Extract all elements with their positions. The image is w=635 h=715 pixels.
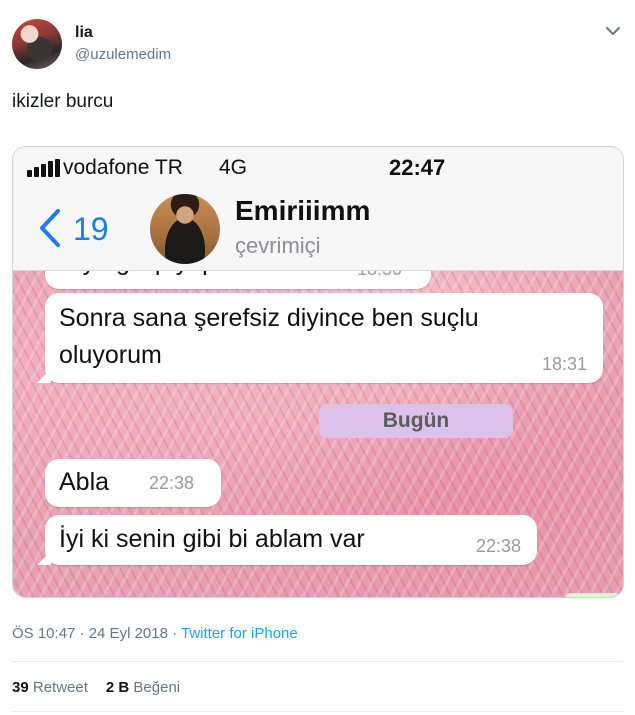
- phone-status-bar: vodafone TR 4G 22:47: [13, 147, 623, 185]
- author-handle[interactable]: @uzulemedim: [75, 46, 171, 63]
- bubble-tail: [37, 551, 51, 565]
- outgoing-bubble-edge: [565, 593, 621, 597]
- tweet-stats: 39 Retweet 2 B Beğeni: [12, 679, 180, 696]
- divider: [12, 711, 623, 712]
- message-bubble: İyi ki senin gibi bi ablam var 22:38: [37, 515, 537, 565]
- tweet-card: lia @uzulemedim ikizler burcu vodafone T…: [0, 0, 635, 715]
- retweet-label: Retweet: [32, 679, 88, 696]
- network-type: 4G: [219, 156, 248, 179]
- carrier-name: vodafone TR: [63, 156, 183, 179]
- contact-status: çevrimiçi: [235, 233, 321, 258]
- avatar[interactable]: [12, 19, 62, 69]
- tweet-source[interactable]: Twitter for iPhone: [181, 625, 298, 642]
- like-label: Beğeni: [133, 679, 181, 696]
- bubble-tail: [37, 369, 51, 383]
- tweet-media[interactable]: vodafone TR 4G 22:47 19 Emiriiimm çevrim…: [12, 146, 624, 598]
- divider: [12, 661, 623, 662]
- chevron-left-icon: [40, 209, 60, 247]
- chat-header: 19 Emiriiimm çevrimiçi: [13, 185, 623, 271]
- tweet-meta: ÖS 10:47 · 24 Eyl 2018 · Twitter for iPh…: [12, 625, 298, 642]
- tweet-timestamp[interactable]: ÖS 10:47 · 24 Eyl 2018: [12, 625, 168, 642]
- signal-bars-icon: [27, 159, 60, 177]
- message-text: Niye gelip yapmadın: [59, 271, 286, 281]
- message-text: Abla: [59, 468, 110, 496]
- contact-name: Emiriiimm: [235, 195, 371, 226]
- meta-separator: ·: [167, 625, 181, 642]
- tweet-text: ikizler burcu: [12, 91, 114, 112]
- message-time: 18:31: [541, 354, 587, 374]
- chat-area: Niye gelip yapmadın 18:30 Sonra sana şer…: [13, 271, 623, 597]
- message-time: 22:38: [475, 536, 521, 556]
- phone-clock: 22:47: [389, 155, 446, 180]
- retweet-count: 39: [12, 679, 29, 696]
- chevron-down-icon[interactable]: [604, 24, 622, 38]
- unread-count: 19: [73, 211, 109, 247]
- retweet-stat[interactable]: 39 Retweet: [12, 679, 88, 696]
- like-stat[interactable]: 2 B Beğeni: [106, 679, 180, 696]
- message-time: 22:38: [149, 473, 195, 493]
- like-count: 2 B: [105, 679, 130, 696]
- date-divider: Bugün: [319, 404, 513, 438]
- message-time: 18:30: [357, 271, 402, 280]
- message-bubble: Abla 22:38: [45, 459, 221, 507]
- message-text: Sonra sana şerefsiz diyince ben suçlu ol…: [59, 304, 479, 369]
- message-bubble: Sonra sana şerefsiz diyince ben suçlu ol…: [37, 293, 603, 383]
- message-bubble: Niye gelip yapmadın 18:30: [45, 271, 431, 289]
- contact-avatar: [150, 194, 220, 264]
- author-name[interactable]: lia: [75, 24, 93, 42]
- message-text: İyi ki senin gibi bi ablam var: [59, 525, 365, 553]
